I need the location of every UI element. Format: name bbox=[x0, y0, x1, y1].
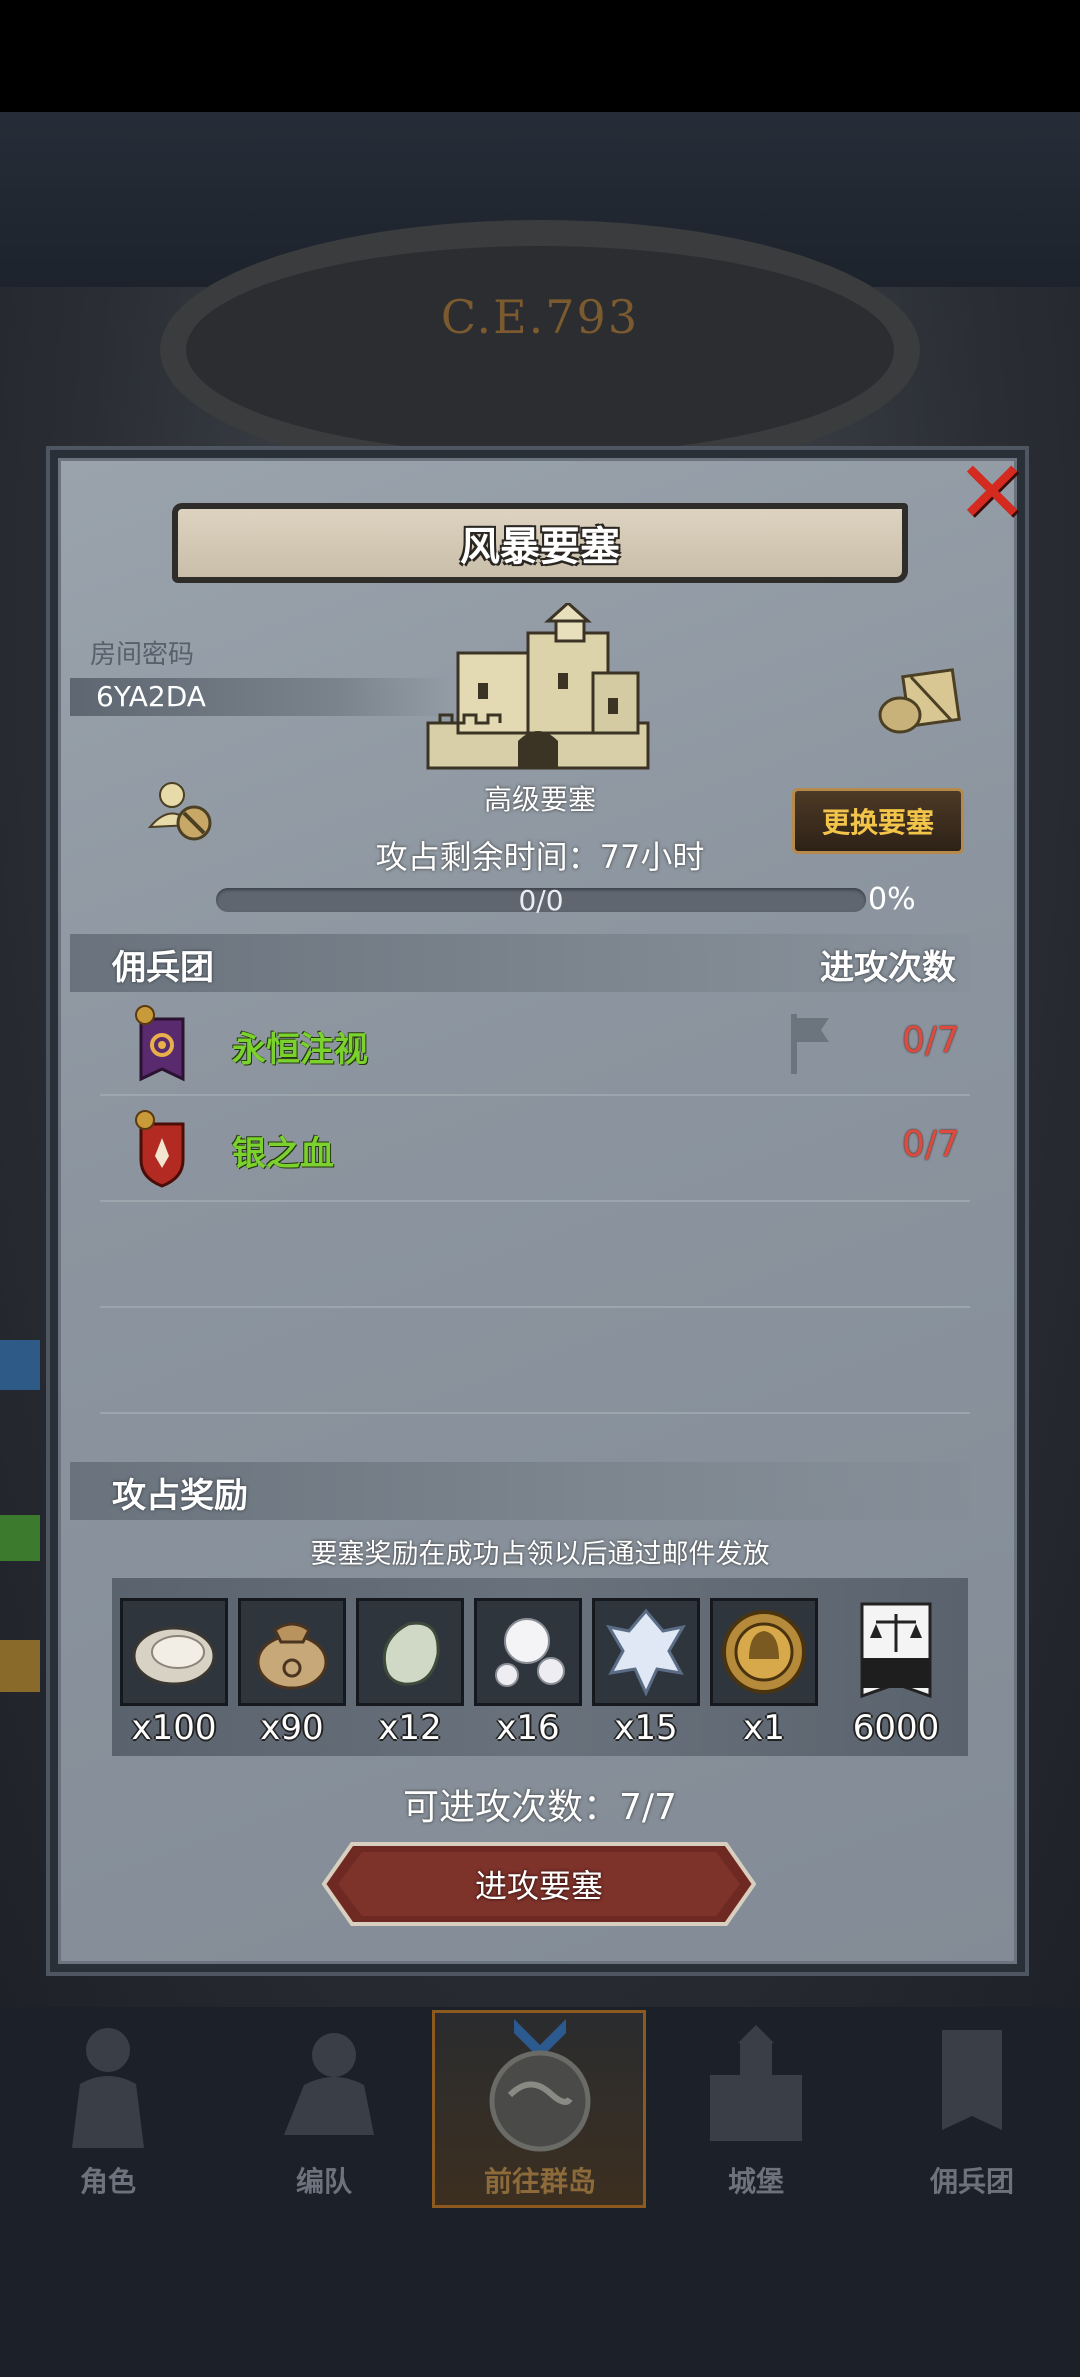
row-divider bbox=[100, 1306, 970, 1308]
mercenary-section-title: 佣兵团 bbox=[112, 948, 214, 988]
reward-note: 要塞奖励在成功占领以后通过邮件发放 bbox=[310, 1539, 770, 1570]
title-banner: 风暴要塞 bbox=[172, 503, 908, 583]
room-code-label: 房间密码 bbox=[90, 640, 195, 670]
nav-label-active: 前往群岛 bbox=[483, 2165, 596, 2198]
progress-count: 0/0 bbox=[518, 884, 564, 917]
nav-item-castle[interactable]: 城堡 bbox=[648, 2010, 864, 2210]
crate-sack-icon[interactable] bbox=[876, 665, 962, 735]
reward-qty: x16 bbox=[496, 1708, 560, 1748]
time-remaining: 攻占剩余时间：77小时 bbox=[375, 838, 705, 876]
crystal-icon bbox=[606, 1608, 686, 1697]
nav-label: 佣兵团 bbox=[929, 2165, 1014, 2198]
nav-item-mercenary[interactable]: 佣兵团 bbox=[864, 2010, 1080, 2210]
dialog-title: 风暴要塞 bbox=[460, 524, 620, 570]
scales-banner-icon bbox=[860, 1602, 932, 1699]
guild-emblem-purple-icon bbox=[135, 1005, 185, 1082]
row-divider bbox=[100, 1094, 970, 1096]
attacks-available: 可进攻次数：7/7 bbox=[403, 1787, 677, 1828]
nav-label: 城堡 bbox=[727, 2165, 784, 2198]
reward-item-pearls[interactable] bbox=[474, 1598, 582, 1706]
attack-fortress-button[interactable]: 进攻要塞 bbox=[322, 1842, 756, 1926]
row-divider bbox=[100, 1412, 970, 1414]
reward-item-sack[interactable] bbox=[238, 1598, 346, 1706]
reward-qty: x12 bbox=[378, 1708, 442, 1748]
reward-section-title: 攻占奖励 bbox=[112, 1476, 248, 1516]
globe-icon bbox=[489, 2019, 591, 2152]
guild-name[interactable]: 银之血 bbox=[232, 1126, 334, 1175]
reward-qty: x15 bbox=[614, 1708, 678, 1748]
pearls-icon bbox=[495, 1618, 565, 1687]
guild-emblem-red-icon bbox=[135, 1110, 185, 1188]
mercenary-icon bbox=[942, 2030, 1002, 2130]
nav-label: 编队 bbox=[295, 2165, 352, 2198]
reward-item-medal[interactable] bbox=[710, 1598, 818, 1706]
reward-qty: 6000 bbox=[852, 1708, 940, 1748]
knight-icon bbox=[72, 2028, 144, 2148]
nav-item-formation[interactable]: 编队 bbox=[216, 2010, 432, 2210]
bottom-padding bbox=[0, 2210, 1080, 2377]
reward-qty: x90 bbox=[260, 1708, 324, 1748]
reward-item-honor[interactable] bbox=[856, 1600, 936, 1704]
reward-item-crystal[interactable] bbox=[592, 1598, 700, 1706]
attack-count-header: 进攻次数 bbox=[820, 948, 956, 988]
room-code: 6YA2DA bbox=[96, 680, 206, 713]
formation-icon bbox=[284, 2033, 374, 2135]
row-divider bbox=[100, 1200, 970, 1202]
reward-item-oyster[interactable] bbox=[120, 1598, 228, 1706]
guild-attack-count: 0/7 bbox=[902, 1124, 960, 1165]
reward-qty: x100 bbox=[131, 1708, 217, 1748]
nav-item-archipelago[interactable]: 前往群岛 bbox=[432, 2010, 648, 2210]
reward-qty: x1 bbox=[743, 1708, 785, 1748]
castle-icon bbox=[710, 2025, 802, 2141]
sack-icon bbox=[256, 1622, 328, 1690]
close-icon[interactable]: ✕ bbox=[956, 450, 1028, 536]
castle-icon bbox=[426, 603, 650, 770]
progress-percent: 0% bbox=[868, 882, 916, 917]
era-label: C.E.793 bbox=[440, 290, 640, 344]
era-dial bbox=[160, 220, 920, 480]
guild-name[interactable]: 永恒注视 bbox=[232, 1022, 368, 1071]
oyster-icon bbox=[132, 1626, 216, 1686]
helmet-medal-icon bbox=[722, 1610, 806, 1694]
guild-attack-count: 0/7 bbox=[902, 1020, 960, 1061]
jade-stone-icon bbox=[382, 1621, 440, 1686]
reward-item-jade[interactable] bbox=[356, 1598, 464, 1706]
side-tab-blue[interactable] bbox=[0, 1340, 40, 1390]
nav-item-character[interactable]: 角色 bbox=[0, 2010, 216, 2210]
status-bar bbox=[0, 0, 1080, 112]
nav-label: 角色 bbox=[79, 2165, 136, 2198]
side-tab-gold[interactable] bbox=[0, 1640, 40, 1692]
flag-icon bbox=[791, 1014, 829, 1074]
